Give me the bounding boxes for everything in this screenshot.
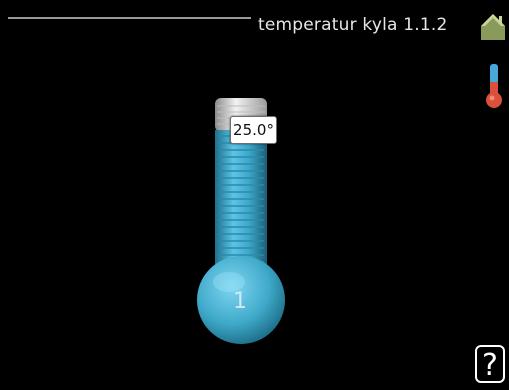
thermometer-mode-icon[interactable] [483,62,505,110]
page-title: temperatur kyla 1.1.2 [258,15,448,35]
circuit-number: 1 [233,289,247,314]
help-button[interactable]: ? [475,345,505,383]
home-icon[interactable] [479,12,507,42]
temperature-value[interactable]: 25.0° [230,116,277,144]
header-line [8,17,251,19]
